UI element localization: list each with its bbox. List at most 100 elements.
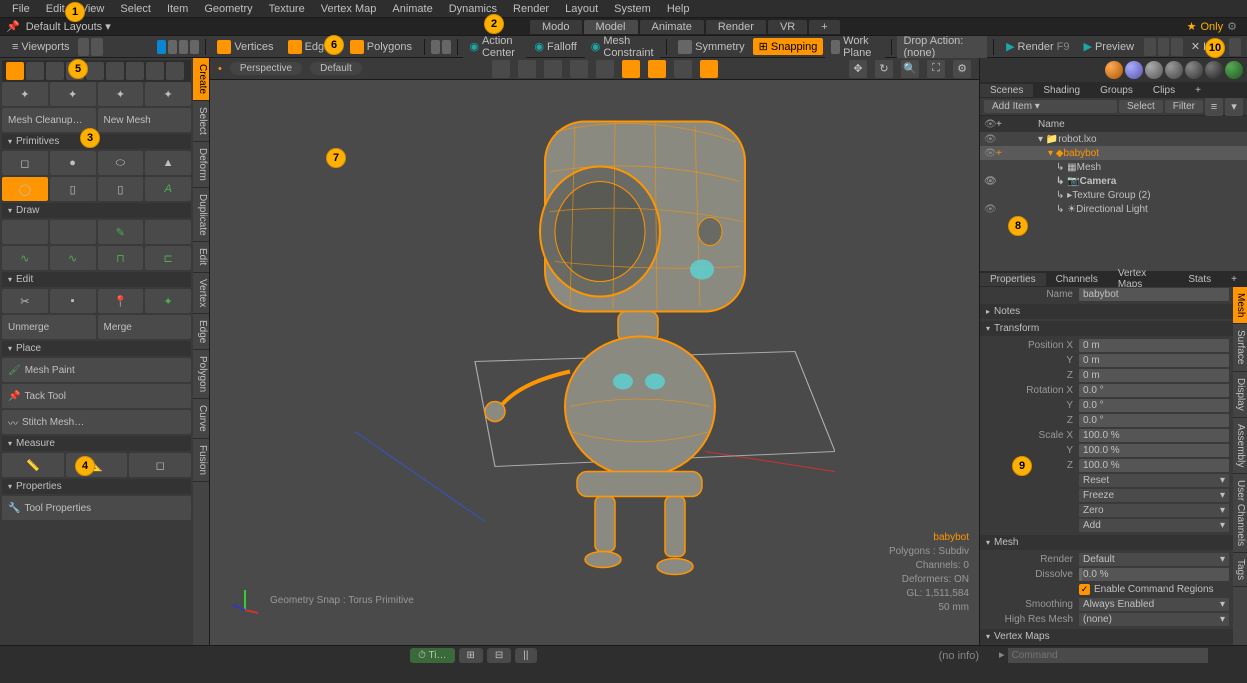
draw-section[interactable]: Draw bbox=[2, 203, 191, 218]
scene-tab-clips[interactable]: Clips bbox=[1143, 84, 1185, 97]
menu-render[interactable]: Render bbox=[505, 3, 557, 15]
rside-tab-tags[interactable]: Tags bbox=[1233, 553, 1247, 587]
vp-opt-3-icon[interactable] bbox=[544, 60, 562, 78]
place-section[interactable]: Place bbox=[2, 341, 191, 356]
preset-ball-5-icon[interactable] bbox=[1185, 61, 1203, 79]
action-center-button[interactable]: ◉ Action Center bbox=[463, 33, 526, 61]
sel-tool-5-icon[interactable] bbox=[86, 62, 104, 80]
menu-layout[interactable]: Layout bbox=[557, 3, 606, 15]
toolbar-util-2-icon[interactable] bbox=[1158, 38, 1170, 56]
draw-7-icon[interactable]: ⊓ bbox=[98, 246, 144, 270]
merge-button[interactable]: Merge bbox=[98, 315, 192, 339]
center-mode-icon[interactable] bbox=[190, 40, 199, 54]
prop-tab-stats[interactable]: Stats bbox=[1178, 273, 1221, 286]
menu-dynamics[interactable]: Dynamics bbox=[441, 3, 505, 15]
render-dropdown[interactable]: Default▾ bbox=[1079, 553, 1229, 566]
side-tab-duplicate[interactable]: Duplicate bbox=[193, 188, 209, 243]
scene-tab-scenes[interactable]: Scenes bbox=[980, 84, 1033, 97]
rside-tab-mesh[interactable]: Mesh bbox=[1233, 287, 1247, 324]
notes-section[interactable]: Notes bbox=[980, 304, 1233, 319]
viewport-layout-1-icon[interactable] bbox=[78, 38, 90, 56]
vertex-maps-section[interactable]: Vertex Maps bbox=[980, 629, 1233, 644]
preset-ball-2-icon[interactable] bbox=[1125, 61, 1143, 79]
rotation-z-field[interactable]: 0.0 ° bbox=[1079, 414, 1229, 427]
prim-cube-icon[interactable]: ◻ bbox=[2, 151, 48, 175]
prim-tube-icon[interactable]: ▯ bbox=[98, 177, 144, 201]
menu-animate[interactable]: Animate bbox=[384, 3, 440, 15]
command-input[interactable] bbox=[1008, 648, 1208, 663]
toolbar-util-3-icon[interactable] bbox=[1171, 38, 1183, 56]
prop-tab-add[interactable]: + bbox=[1221, 273, 1247, 286]
viewport-layout-2-icon[interactable] bbox=[91, 38, 103, 56]
prim-ellipse-icon[interactable]: ⬭ bbox=[98, 151, 144, 175]
sel-tool-9-icon[interactable] bbox=[166, 62, 184, 80]
reset-button[interactable]: Reset▾ bbox=[1079, 474, 1229, 487]
preset-4-icon[interactable]: ✦ bbox=[145, 82, 191, 106]
tree-item-light[interactable]: 👁↳ ☀ Directional Light bbox=[980, 202, 1247, 216]
tab-modo[interactable]: Modo bbox=[530, 20, 582, 34]
pin-icon[interactable]: 📌 bbox=[6, 20, 20, 33]
menu-texture[interactable]: Texture bbox=[261, 3, 313, 15]
side-tab-polygon[interactable]: Polygon bbox=[193, 350, 209, 399]
vp-nav-gear-icon[interactable]: ⚙ bbox=[953, 60, 971, 78]
scene-search-icon[interactable]: ▾ bbox=[1225, 98, 1243, 116]
preset-ball-6-icon[interactable] bbox=[1205, 61, 1223, 79]
draw-6-icon[interactable]: ∿ bbox=[50, 246, 96, 270]
tab-vr[interactable]: VR bbox=[768, 20, 807, 34]
draw-3-icon[interactable]: ✎ bbox=[98, 220, 144, 244]
vp-opt-7-icon[interactable] bbox=[648, 60, 666, 78]
name-field[interactable]: babybot bbox=[1079, 288, 1229, 301]
position-y-field[interactable]: 0 m bbox=[1079, 354, 1229, 367]
side-tab-curve[interactable]: Curve bbox=[193, 399, 209, 439]
edit-cut-icon[interactable]: ✂ bbox=[2, 289, 48, 313]
dissolve-field[interactable]: 0.0 % bbox=[1079, 568, 1229, 581]
scale-z-field[interactable]: 100.0 % bbox=[1079, 459, 1229, 472]
snapping-button[interactable]: ⊞ Snapping bbox=[753, 38, 824, 55]
tree-item-root[interactable]: 👁▾ 📁 robot.lxo bbox=[980, 132, 1247, 146]
side-tab-create[interactable]: Create bbox=[193, 58, 209, 101]
draw-5-icon[interactable]: ∿ bbox=[2, 246, 48, 270]
draw-8-icon[interactable]: ⊏ bbox=[145, 246, 191, 270]
menu-select[interactable]: Select bbox=[112, 3, 159, 15]
new-mesh-button[interactable]: New Mesh bbox=[98, 108, 192, 132]
stitch-mesh-button[interactable]: 〰Stitch Mesh… bbox=[2, 410, 191, 434]
preview-button[interactable]: ▶Preview bbox=[1077, 38, 1140, 55]
freeze-button[interactable]: Freeze▾ bbox=[1079, 489, 1229, 502]
tree-item-mesh[interactable]: ↳ ▦ Mesh bbox=[980, 160, 1247, 174]
unmerge-button[interactable]: Unmerge bbox=[2, 315, 96, 339]
draw-4-icon[interactable] bbox=[145, 220, 191, 244]
side-tab-vertex[interactable]: Vertex bbox=[193, 273, 209, 314]
preset-1-icon[interactable]: ✦ bbox=[2, 82, 48, 106]
scene-filter-button[interactable]: Filter bbox=[1165, 100, 1203, 113]
edit-section[interactable]: Edit bbox=[2, 272, 191, 287]
rotation-y-field[interactable]: 0.0 ° bbox=[1079, 399, 1229, 412]
vertices-mode[interactable]: Vertices bbox=[211, 38, 279, 56]
zero-button[interactable]: Zero▾ bbox=[1079, 504, 1229, 517]
tack-tool-button[interactable]: 📌Tack Tool bbox=[2, 384, 191, 408]
edit-3-icon[interactable]: 📍 bbox=[98, 289, 144, 313]
mesh-cleanup-button[interactable]: Mesh Cleanup… bbox=[2, 108, 96, 132]
sel-tool-7-icon[interactable] bbox=[126, 62, 144, 80]
transform-section[interactable]: Transform bbox=[980, 321, 1233, 336]
side-tab-select[interactable]: Select bbox=[193, 101, 209, 142]
tool-properties-button[interactable]: 🔧Tool Properties bbox=[2, 496, 191, 520]
only-toggle[interactable]: ★ Only ⚙ bbox=[1187, 20, 1237, 33]
sel-tool-8-icon[interactable] bbox=[146, 62, 164, 80]
rside-tab-assembly[interactable]: Assembly bbox=[1233, 418, 1247, 474]
add-button[interactable]: Add▾ bbox=[1079, 519, 1229, 532]
tree-item-texture-group[interactable]: ↳ ▸ Texture Group (2) bbox=[980, 188, 1247, 202]
toolbar-util-4-icon[interactable] bbox=[1229, 38, 1241, 56]
add-item-dropdown[interactable]: Add Item ▾ bbox=[984, 100, 1117, 113]
preset-3-icon[interactable]: ✦ bbox=[98, 82, 144, 106]
preset-ball-7-icon[interactable] bbox=[1225, 61, 1243, 79]
prop-tab-properties[interactable]: Properties bbox=[980, 273, 1046, 286]
scene-sort-icon[interactable]: ≡ bbox=[1205, 98, 1223, 116]
mesh-paint-button[interactable]: 🖌Mesh Paint bbox=[2, 358, 191, 382]
side-tab-edit[interactable]: Edit bbox=[193, 242, 209, 272]
menu-vertexmap[interactable]: Vertex Map bbox=[313, 3, 385, 15]
sel-tool-6-icon[interactable] bbox=[106, 62, 124, 80]
tree-item-camera[interactable]: 👁↳ 📷 Camera bbox=[980, 174, 1247, 188]
timeline-button[interactable]: ⏱ Ti… bbox=[410, 648, 454, 663]
vp-opt-1-icon[interactable] bbox=[492, 60, 510, 78]
scene-tab-groups[interactable]: Groups bbox=[1090, 84, 1143, 97]
